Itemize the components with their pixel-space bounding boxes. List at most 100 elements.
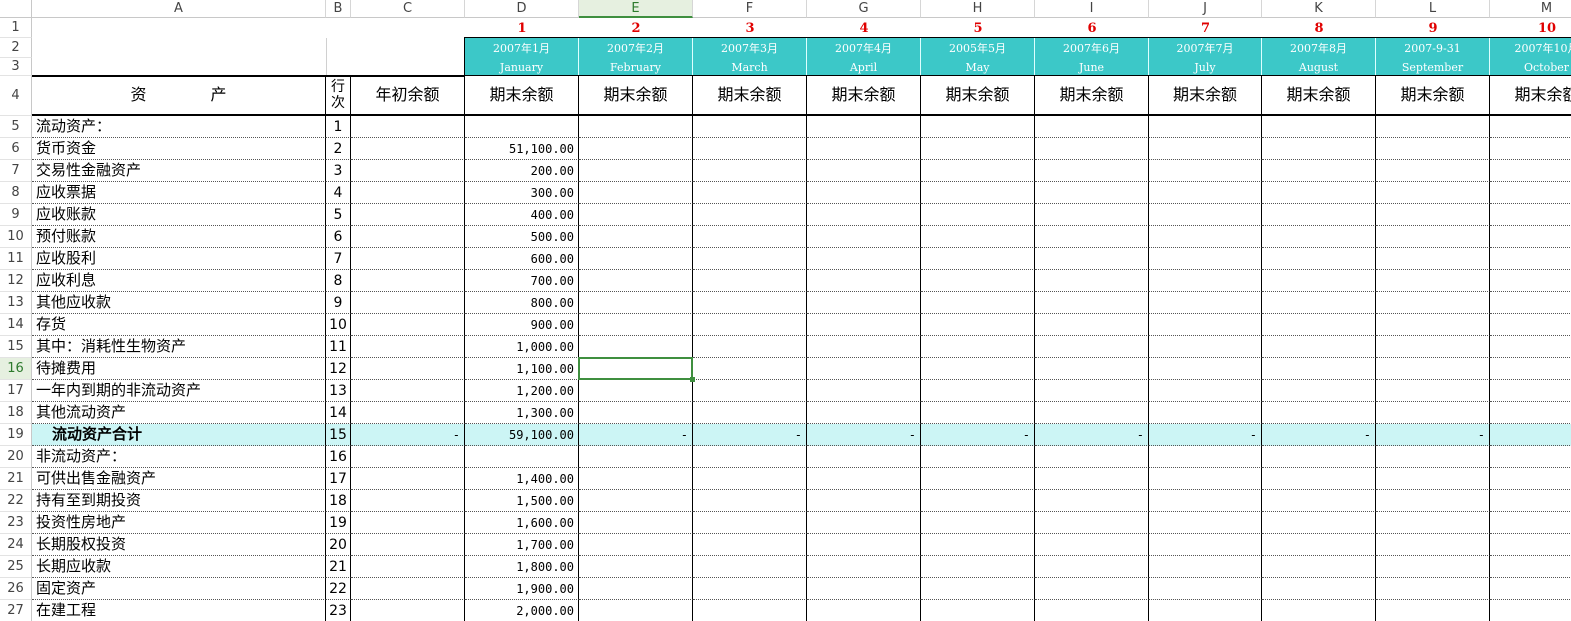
end-balance-cell[interactable] [1035,600,1149,621]
row-header-10[interactable]: 10 [0,226,32,248]
end-balance-cell[interactable] [1149,600,1262,621]
end-balance-cell[interactable]: - [1262,424,1376,446]
row-header-14[interactable]: 14 [0,314,32,336]
begin-balance-cell[interactable] [351,380,465,402]
end-balance-cell[interactable] [1262,160,1376,182]
end-balance-cell[interactable] [579,468,693,490]
end-balance-cell[interactable] [579,138,693,160]
end-balance-cell[interactable] [1262,270,1376,292]
end-balance-cell[interactable] [579,512,693,534]
end-balance-cell[interactable] [807,402,921,424]
row-header-2[interactable]: 2 [0,38,32,58]
spreadsheet-grid[interactable]: A B C D E F G H I J K L M 1 2 3 4 5 6 7 8 9 10 11 12 13 14 15 16 17 18… [0,0,1571,621]
row-header-20[interactable]: 20 [0,446,32,468]
end-balance-cell[interactable] [807,182,921,204]
end-balance-cell[interactable] [921,556,1035,578]
end-balance-cell[interactable] [1035,138,1149,160]
column-header-h[interactable]: H [921,0,1035,18]
end-balance-cell[interactable] [579,314,693,336]
end-balance-cell[interactable] [1149,578,1262,600]
end-balance-cell[interactable] [1490,358,1571,380]
row-header-8[interactable]: 8 [0,182,32,204]
end-balance-cell[interactable] [579,248,693,270]
end-balance-cell[interactable] [807,556,921,578]
column-header-a[interactable]: A [32,0,326,18]
end-balance-cell[interactable]: 700.00 [465,270,579,292]
column-header-e[interactable]: E [579,0,693,18]
end-balance-cell[interactable]: 1,900.00 [465,578,579,600]
end-balance-cell[interactable] [1262,380,1376,402]
end-balance-cell[interactable] [579,292,693,314]
end-balance-cell[interactable] [921,292,1035,314]
fill-handle[interactable] [690,377,695,382]
row-header-25[interactable]: 25 [0,556,32,578]
end-balance-cell[interactable] [921,248,1035,270]
end-balance-cell[interactable] [1262,204,1376,226]
end-balance-cell[interactable] [807,468,921,490]
end-balance-cell[interactable]: 1,300.00 [465,402,579,424]
end-balance-cell[interactable] [807,314,921,336]
begin-balance-cell[interactable] [351,226,465,248]
end-balance-cell[interactable] [1149,446,1262,468]
begin-balance-cell[interactable] [351,402,465,424]
end-balance-cell[interactable] [1035,248,1149,270]
end-balance-cell[interactable] [807,226,921,248]
end-balance-cell[interactable] [579,600,693,621]
end-balance-cell[interactable] [807,578,921,600]
row-header-26[interactable]: 26 [0,578,32,600]
end-balance-cell[interactable] [579,270,693,292]
end-balance-cell[interactable] [579,446,693,468]
end-balance-cell[interactable] [579,556,693,578]
row-header-7[interactable]: 7 [0,160,32,182]
end-balance-cell[interactable] [807,380,921,402]
end-balance-cell[interactable]: - [1149,424,1262,446]
begin-balance-cell[interactable] [351,512,465,534]
end-balance-cell[interactable] [1035,446,1149,468]
column-header-j[interactable]: J [1149,0,1262,18]
end-balance-cell[interactable]: 1,700.00 [465,534,579,556]
column-header-m[interactable]: M [1490,0,1571,18]
end-balance-cell[interactable] [1149,204,1262,226]
end-balance-cell[interactable] [1490,534,1571,556]
end-balance-cell[interactable] [1490,600,1571,621]
end-balance-cell[interactable] [1376,248,1490,270]
end-balance-cell[interactable]: - [807,424,921,446]
row-header-17[interactable]: 17 [0,380,32,402]
end-balance-cell[interactable] [921,336,1035,358]
end-balance-cell[interactable]: - [693,424,807,446]
end-balance-cell[interactable] [579,204,693,226]
end-balance-cell[interactable] [1035,226,1149,248]
end-balance-cell[interactable] [807,204,921,226]
end-balance-cell[interactable] [1262,446,1376,468]
end-balance-cell[interactable] [1490,160,1571,182]
end-balance-cell[interactable] [1490,446,1571,468]
end-balance-cell[interactable] [465,446,579,468]
end-balance-cell[interactable] [693,490,807,512]
end-balance-cell[interactable] [1035,578,1149,600]
end-balance-cell[interactable] [1035,116,1149,138]
end-balance-cell[interactable] [921,138,1035,160]
end-balance-cell[interactable] [1376,314,1490,336]
end-balance-cell[interactable] [1149,270,1262,292]
end-balance-cell[interactable] [579,160,693,182]
row-header-15[interactable]: 15 [0,336,32,358]
row-header-22[interactable]: 22 [0,490,32,512]
end-balance-cell[interactable] [1035,402,1149,424]
end-balance-cell[interactable] [807,512,921,534]
end-balance-cell[interactable] [921,314,1035,336]
end-balance-cell[interactable] [1262,578,1376,600]
end-balance-cell[interactable] [1376,182,1490,204]
end-balance-cell[interactable] [1262,314,1376,336]
end-balance-cell[interactable] [693,380,807,402]
end-balance-cell[interactable] [921,204,1035,226]
end-balance-cell[interactable] [579,490,693,512]
end-balance-cell[interactable] [1490,116,1571,138]
begin-balance-cell[interactable] [351,292,465,314]
end-balance-cell[interactable] [1376,578,1490,600]
end-balance-cell[interactable] [1035,160,1149,182]
end-balance-cell[interactable] [1262,336,1376,358]
end-balance-cell[interactable] [693,600,807,621]
end-balance-cell[interactable] [1149,226,1262,248]
end-balance-cell[interactable] [807,270,921,292]
end-balance-cell[interactable] [1490,380,1571,402]
